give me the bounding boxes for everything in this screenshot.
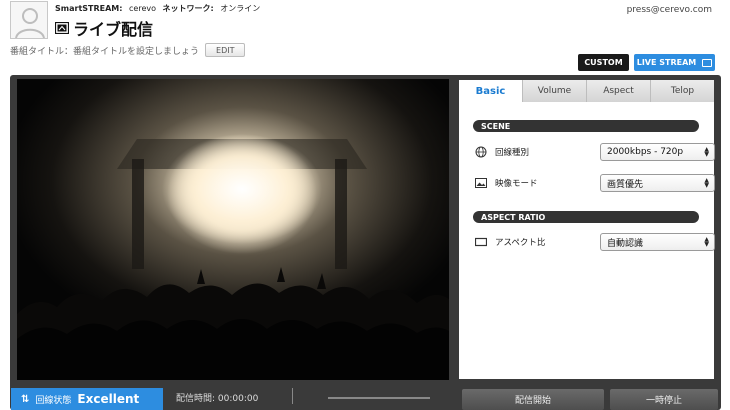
broadcast-progress-bar — [328, 397, 430, 399]
tab-basic[interactable]: Basic — [459, 80, 523, 102]
settings-panel: Basic Volume Aspect Telop SCENE 回線種別 200… — [459, 80, 715, 379]
program-title-row: 番組タイトル：番組タイトルを設定しましょう EDIT — [10, 43, 246, 57]
aspect-row: アスペクト比 自動認識 ▲ ▼ — [475, 233, 715, 251]
page-title-row: ライブ配信 — [55, 16, 153, 40]
tab-volume[interactable]: Volume — [523, 80, 587, 102]
line-type-select[interactable]: 2000kbps - 720p ▲ ▼ — [600, 143, 715, 161]
video-mode-row: 映像モード 画質優先 ▲ ▼ — [475, 174, 715, 192]
start-broadcast-label: 配信開始 — [514, 396, 551, 406]
default-avatar-icon — [15, 8, 45, 38]
custom-mode-label: CUSTOM — [584, 58, 623, 67]
account-name: cerevo — [129, 4, 156, 13]
line-type-value: 2000kbps - 720p — [607, 147, 684, 157]
screen-icon — [475, 237, 487, 247]
aspect-value: 自動認識 — [607, 238, 644, 249]
select-arrows-icon: ▲ ▼ — [704, 146, 709, 158]
aspect-select[interactable]: 自動認識 ▲ ▼ — [600, 233, 715, 251]
tab-telop[interactable]: Telop — [651, 80, 714, 102]
custom-mode-button[interactable]: CUSTOM — [578, 54, 629, 71]
duration-value: 00:00:00 — [217, 394, 259, 404]
popout-window-icon — [702, 58, 713, 67]
concert-preview-image — [17, 79, 449, 380]
select-arrows-icon: ▲ ▼ — [704, 236, 709, 248]
video-mode-value: 画質優先 — [607, 179, 644, 190]
avatar[interactable] — [10, 1, 48, 39]
pause-broadcast-label: 一時停止 — [645, 396, 682, 406]
broadcast-duration: 配信時間: 00:00:00 — [176, 391, 258, 404]
duration-label: 配信時間: — [176, 394, 216, 404]
image-icon — [475, 178, 487, 188]
pause-broadcast-button[interactable]: 一時停止 — [610, 389, 718, 410]
scene-section-heading: SCENE — [473, 120, 699, 132]
aspect-label: アスペクト比 — [495, 238, 546, 248]
page-title: ライブ配信 — [73, 20, 154, 39]
connection-value: Excellent — [77, 392, 140, 406]
app-root: SmartSTREAM: cerevo ネットワーク: オンライン ライブ配信 … — [0, 0, 730, 410]
start-broadcast-button[interactable]: 配信開始 — [462, 389, 604, 410]
up-down-arrows-icon: ⇅ — [21, 393, 30, 405]
connection-label: 回線状態 — [35, 395, 72, 406]
service-status-line: SmartSTREAM: cerevo ネットワーク: オンライン — [55, 3, 260, 14]
video-mode-label: 映像モード — [495, 179, 538, 189]
tab-aspect[interactable]: Aspect — [587, 80, 651, 102]
aspect-ratio-section-heading: ASPECT RATIO — [473, 211, 699, 223]
service-name: SmartSTREAM: — [55, 4, 123, 13]
edit-title-button[interactable]: EDIT — [205, 43, 246, 57]
network-label: ネットワーク: — [162, 4, 214, 13]
program-title-label: 番組タイトル：番組タイトルを設定しましょう — [10, 46, 200, 57]
video-mode-select[interactable]: 画質優先 ▲ ▼ — [600, 174, 715, 192]
connection-status: ⇅ 回線状態 Excellent — [11, 388, 163, 410]
line-type-row: 回線種別 2000kbps - 720p ▲ ▼ — [475, 143, 715, 161]
globe-icon — [475, 146, 487, 158]
settings-tabs: Basic Volume Aspect Telop — [459, 80, 714, 102]
line-type-label: 回線種別 — [495, 148, 530, 158]
network-status: オンライン — [220, 4, 261, 13]
video-preview — [17, 79, 449, 380]
user-email[interactable]: press@cerevo.com — [627, 5, 712, 15]
live-broadcast-icon — [55, 22, 69, 34]
select-arrows-icon: ▲ ▼ — [704, 177, 709, 189]
live-stream-label: LIVE STREAM — [636, 58, 697, 67]
footer-divider — [292, 388, 293, 404]
live-stream-button[interactable]: LIVE STREAM — [634, 54, 715, 71]
